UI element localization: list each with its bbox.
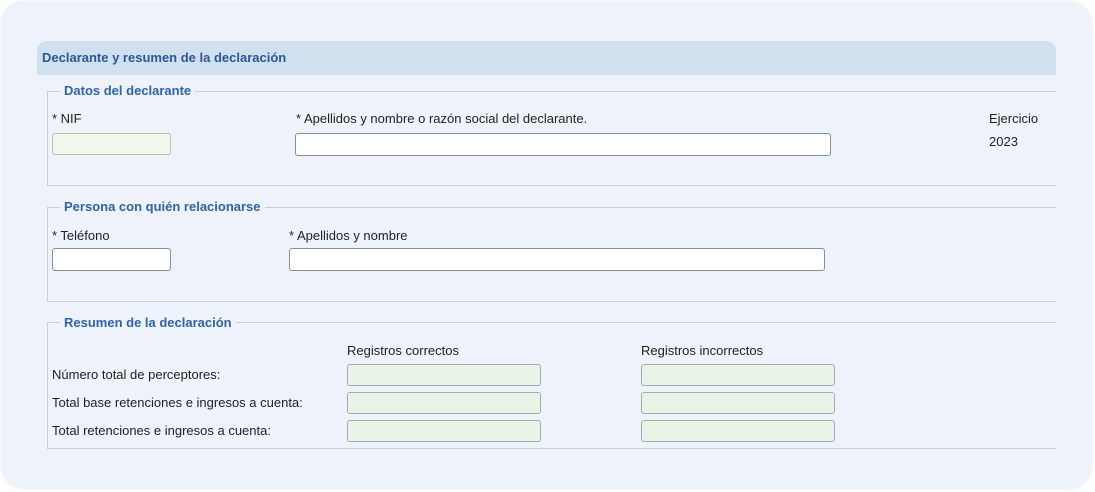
declarante-name-input[interactable] (295, 133, 831, 156)
panel-title: Declarante y resumen de la declaración (42, 50, 287, 65)
section-border-left (47, 91, 48, 186)
section-border-bottom (47, 301, 1056, 302)
base-retenciones-incorrectos-field[interactable] (641, 392, 835, 414)
persona-name-label: * Apellidos y nombre (289, 228, 408, 243)
retenciones-incorrectos-field[interactable] (641, 420, 835, 442)
row-label-retenciones: Total retenciones e ingresos a cuenta: (52, 423, 271, 438)
row-label-perceptores: Número total de perceptores: (52, 367, 221, 382)
declarante-name-label: * Apellidos y nombre o razón social del … (296, 111, 588, 126)
column-header-incorrectos: Registros incorrectos (641, 343, 764, 358)
row-label-base-retenciones: Total base retenciones e ingresos a cuen… (52, 395, 303, 410)
panel-header: Declarante y resumen de la declaración (37, 41, 1056, 75)
section-border-bottom (47, 185, 1056, 186)
section-legend-resumen: Resumen de la declaración (60, 315, 236, 330)
perceptores-incorrectos-field[interactable] (641, 364, 835, 386)
column-header-correctos: Registros correctos (347, 343, 459, 358)
telefono-input[interactable] (52, 248, 171, 271)
nif-label: * NIF (52, 111, 82, 126)
section-legend-persona: Persona con quién relacionarse (60, 199, 265, 214)
telefono-label: * Teléfono (52, 228, 110, 243)
persona-name-input[interactable] (289, 248, 825, 271)
perceptores-correctos-field[interactable] (347, 364, 541, 386)
section-border-left (47, 322, 48, 449)
section-border-top (47, 91, 1056, 92)
nif-input[interactable] (52, 133, 171, 155)
ejercicio-label: Ejercicio (989, 111, 1039, 126)
ejercicio-value: 2023 (989, 134, 1018, 149)
section-border-left (47, 207, 48, 302)
section-legend-declarante: Datos del declarante (60, 83, 196, 98)
base-retenciones-correctos-field[interactable] (347, 392, 541, 414)
section-border-bottom (47, 448, 1056, 449)
retenciones-correctos-field[interactable] (347, 420, 541, 442)
